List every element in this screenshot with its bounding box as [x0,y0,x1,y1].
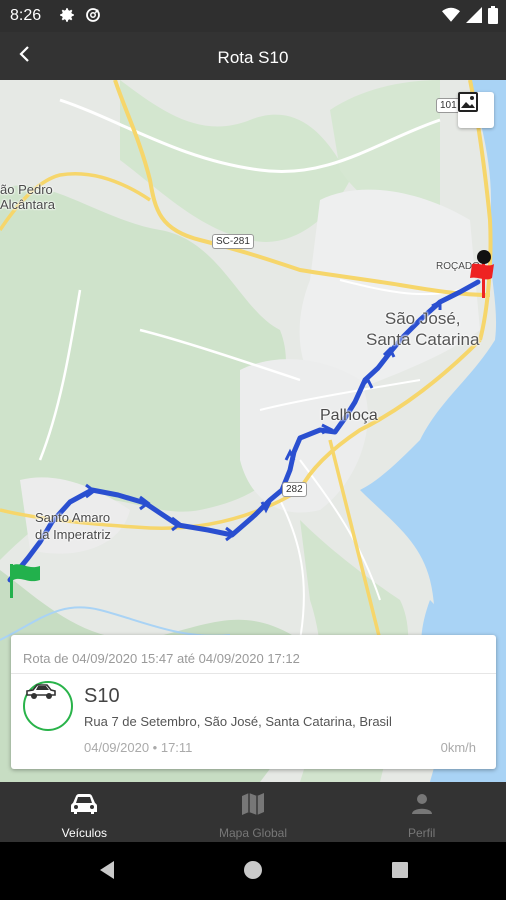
status-time: 8:26 [10,7,42,24]
page-title: Rota S10 [217,48,289,67]
nav-label-perfil: Perfil [408,826,436,840]
car-icon [70,790,98,818]
road-shield-101: 101 [436,98,461,113]
vehicle-address: Rua 7 de Setembro, São José, Santa Catar… [84,714,392,729]
person-icon [411,790,433,818]
map-label-sao-jose: São José, Santa Catarina [366,308,479,350]
signal-icon [466,7,482,28]
nav-item-perfil[interactable]: Perfil [337,782,506,842]
battery-icon [488,6,498,29]
map-label-santo-amaro: Santo Amaro da Imperatriz [35,509,111,543]
card-divider [11,673,496,674]
map-label-sao-pedro-line2: Alcântara [0,197,55,212]
vehicle-datetime: 04/09/2020 • 17:11 [84,740,193,755]
vehicle-name: S10 [84,685,120,707]
system-back-button[interactable] [96,860,118,885]
route-period: Rota de 04/09/2020 15:47 até 04/09/2020 … [23,651,300,666]
vehicle-speed: 0km/h [440,740,476,755]
map-label-palhoca: Palhoça [320,407,378,424]
home-circle-icon [243,860,263,885]
map-label-santo-amaro-line2: da Imperatriz [35,527,111,542]
map-label-sao-pedro-line1: ão Pedro [0,182,53,197]
system-home-button[interactable] [242,860,264,885]
road-shield-282: 282 [282,482,307,497]
status-bar: 8:26 [0,0,506,32]
vehicle-info-card[interactable]: Rota de 04/09/2020 15:47 até 04/09/2020 … [11,635,496,769]
map-layers-button[interactable] [458,92,494,128]
map-icon [241,790,265,818]
wifi-icon [442,7,460,28]
back-triangle-icon [98,860,116,885]
vehicle-avatar [23,681,73,731]
sync-icon [84,6,102,29]
nav-item-mapa-global[interactable]: Mapa Global [169,782,338,842]
map-label-santo-amaro-line1: Santo Amaro [35,510,111,525]
gear-icon [58,6,76,29]
road-shield-sc281: SC-281 [212,234,254,249]
status-left-icons [58,6,102,29]
system-recents-button[interactable] [389,861,411,883]
nav-item-veiculos[interactable]: Veículos [0,782,169,842]
nav-label-mapa-global: Mapa Global [218,826,288,840]
map-label-sao-jose-line1: São José, [384,309,461,328]
bottom-navigation: Veículos Mapa Global Perfil [0,782,506,842]
recents-square-icon [391,861,409,884]
app-bar: Rota S10 [0,32,506,80]
nav-label-veiculos: Veículos [61,826,108,840]
system-navigation-bar [0,842,506,900]
map-label-sao-jose-line2: Santa Catarina [366,330,480,349]
map-label-sao-pedro: ão Pedro Alcântara [0,182,55,212]
route-map[interactable]: ão Pedro Alcântara São José, Santa Catar… [0,80,506,782]
status-right-icons [442,6,498,29]
